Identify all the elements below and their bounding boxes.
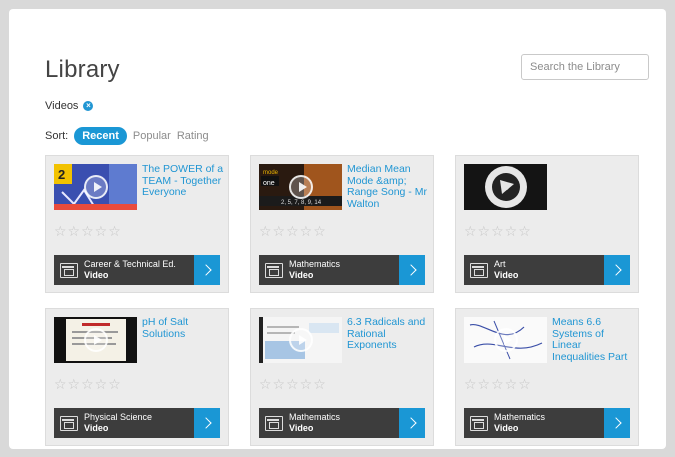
sort-recent-button[interactable]: Recent (74, 127, 127, 145)
video-type: Video (84, 270, 109, 280)
video-info-bar[interactable]: Art Video (464, 255, 630, 285)
library-panel: Library Videos × Sort: Recent Popular Ra… (9, 9, 666, 449)
video-category: Mathematics (289, 412, 341, 422)
video-thumbnail[interactable] (54, 317, 137, 363)
sort-popular-link[interactable]: Popular (133, 130, 171, 142)
video-type: Video (494, 270, 519, 280)
video-clapper-icon (470, 263, 488, 278)
video-title-link[interactable]: 6.3 Radicals and Rational Exponents (347, 317, 431, 365)
video-clapper-icon (60, 416, 78, 431)
svg-text:one: one (263, 180, 275, 187)
svg-text:mode: mode (263, 170, 279, 176)
star-rating[interactable]: ☆☆☆☆☆ (54, 377, 122, 393)
filter-label: Videos (45, 100, 79, 112)
video-thumbnail[interactable] (464, 317, 547, 363)
video-clapper-icon (60, 263, 78, 278)
play-icon (83, 328, 108, 352)
video-title-link[interactable]: pH of Salt Solutions (142, 317, 226, 365)
video-thumbnail[interactable] (259, 317, 342, 363)
video-card: 6.3 Radicals and Rational Exponents ☆☆☆☆… (250, 308, 434, 446)
star-rating[interactable]: ☆☆☆☆☆ (54, 224, 122, 240)
video-category: Physical Science (84, 412, 153, 422)
video-info-bar[interactable]: Mathematics Video (464, 408, 630, 438)
star-rating[interactable]: ☆☆☆☆☆ (259, 377, 327, 393)
video-card: 2 The POWER of a TEAM - Together Everyon… (45, 155, 229, 293)
page-title: Library (45, 56, 120, 83)
video-category: Art (494, 259, 506, 269)
video-info-bar[interactable]: Physical Science Video (54, 408, 220, 438)
chevron-right-icon[interactable] (604, 408, 630, 438)
video-type: Video (494, 423, 519, 433)
video-title-link[interactable]: The POWER of a TEAM - Together Everyone (142, 164, 226, 212)
video-info-bar[interactable]: Mathematics Video (259, 255, 425, 285)
video-card: pH of Salt Solutions ☆☆☆☆☆ Physical Scie… (45, 308, 229, 446)
video-type: Video (84, 423, 109, 433)
sort-label: Sort: (45, 130, 69, 142)
video-info-bar[interactable]: Career & Technical Ed. Video (54, 255, 220, 285)
video-card: Means 6.6 Systems of Linear Inequalities… (455, 308, 639, 446)
remove-filter-icon[interactable]: × (83, 101, 94, 111)
svg-text:2, 5, 7, 8, 9, 14: 2, 5, 7, 8, 9, 14 (281, 200, 322, 206)
video-category: Mathematics (289, 259, 341, 269)
chevron-right-icon[interactable] (399, 255, 425, 285)
video-clapper-icon (265, 416, 283, 431)
sort-rating-link[interactable]: Rating (177, 130, 209, 142)
video-card: mode one 2, 5, 7, 8, 9, 14 Median Mean M… (250, 155, 434, 293)
video-category: Career & Technical Ed. (84, 259, 176, 269)
chevron-right-icon[interactable] (194, 408, 220, 438)
play-icon (493, 328, 518, 352)
chevron-right-icon[interactable] (194, 255, 220, 285)
play-icon (288, 175, 313, 199)
video-card: ☆☆☆☆☆ Art Video (455, 155, 639, 293)
video-title-link[interactable]: Median Mean Mode &amp; Range Song - Mr W… (347, 164, 431, 212)
thumbnail-image (464, 164, 547, 210)
video-clapper-icon (265, 263, 283, 278)
video-type: Video (289, 423, 314, 433)
search-input[interactable] (521, 54, 649, 80)
star-rating[interactable]: ☆☆☆☆☆ (259, 224, 327, 240)
play-icon (83, 175, 108, 199)
video-thumbnail[interactable]: 2 (54, 164, 137, 210)
video-category: Mathematics (494, 412, 546, 422)
video-type: Video (289, 270, 314, 280)
sort-bar: Sort: Recent Popular Rating (45, 127, 215, 145)
video-clapper-icon (470, 416, 488, 431)
video-title-link[interactable]: Means 6.6 Systems of Linear Inequalities… (552, 317, 636, 365)
video-thumbnail[interactable] (464, 164, 547, 210)
chevron-right-icon[interactable] (604, 255, 630, 285)
active-filter: Videos × (45, 100, 94, 112)
star-rating[interactable]: ☆☆☆☆☆ (464, 377, 532, 393)
video-info-bar[interactable]: Mathematics Video (259, 408, 425, 438)
video-title-link[interactable] (552, 164, 636, 212)
chevron-right-icon[interactable] (399, 408, 425, 438)
star-rating[interactable]: ☆☆☆☆☆ (464, 224, 532, 240)
play-icon (288, 328, 313, 352)
video-thumbnail[interactable]: mode one 2, 5, 7, 8, 9, 14 (259, 164, 342, 210)
svg-text:2: 2 (58, 167, 65, 182)
